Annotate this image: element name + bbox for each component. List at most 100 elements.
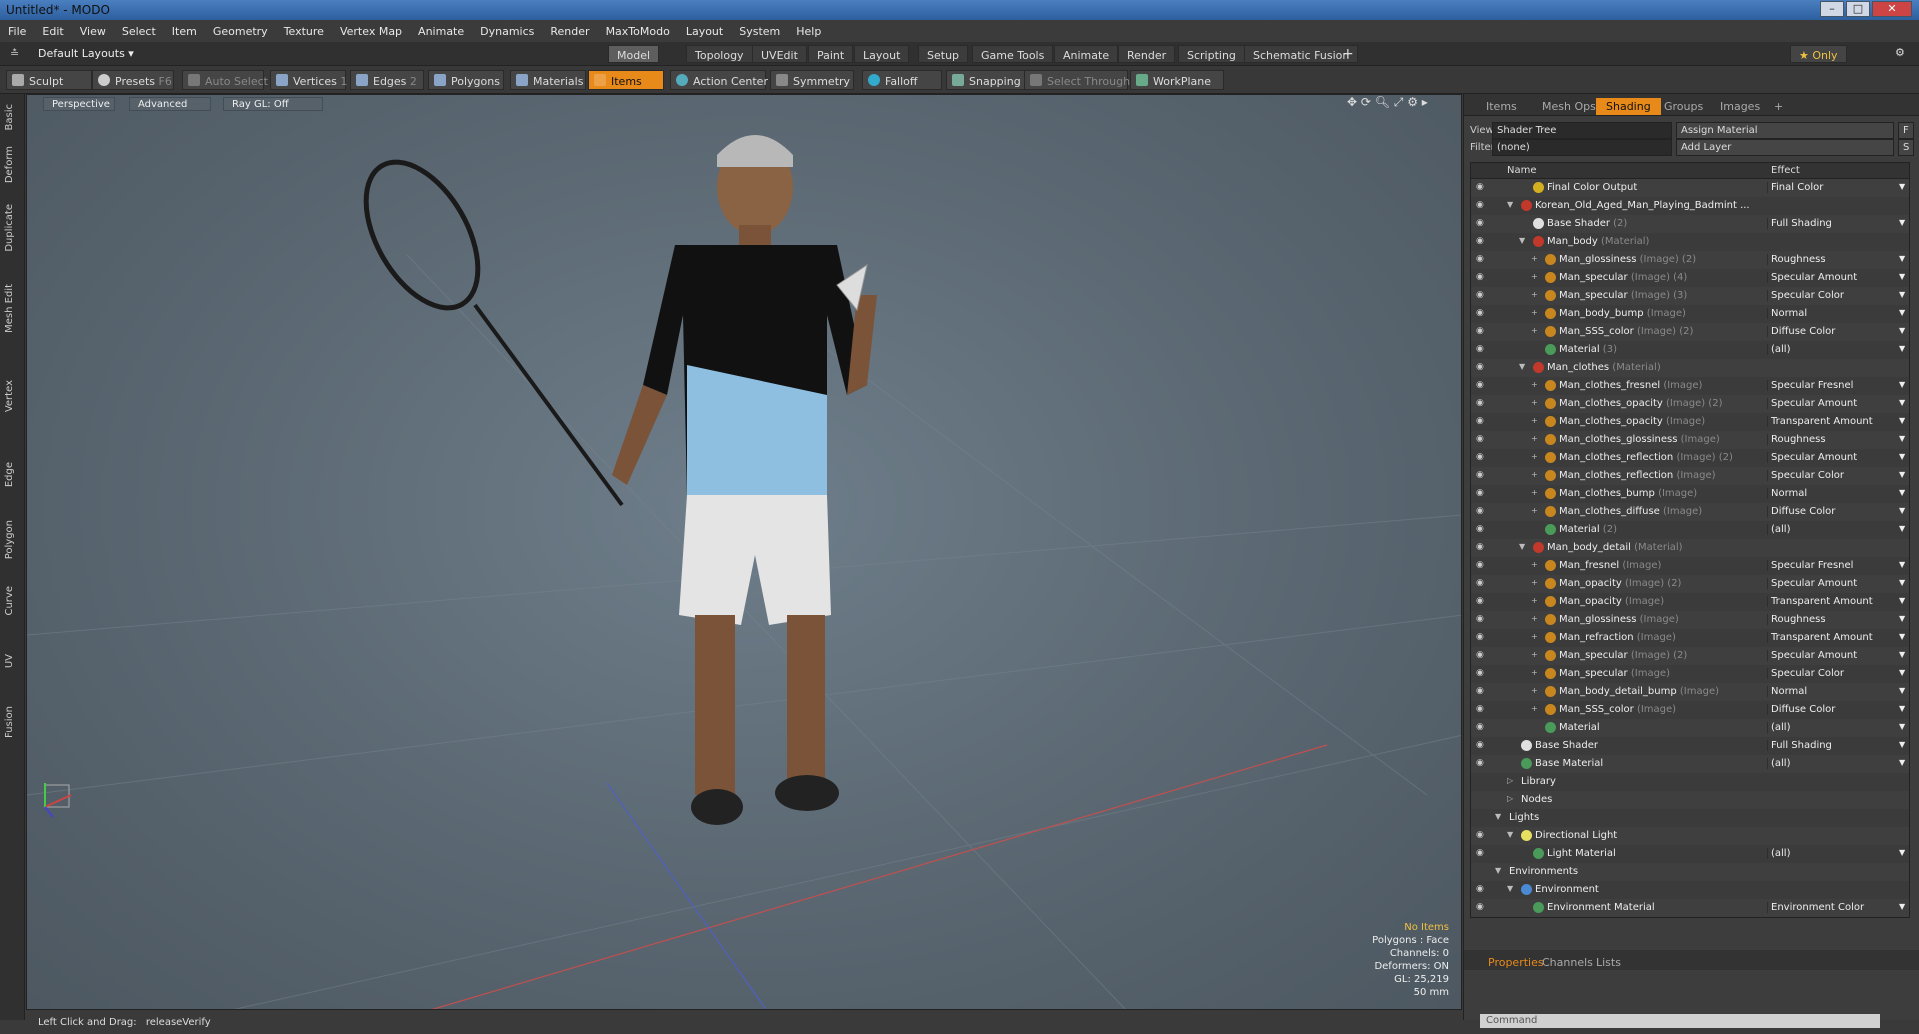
tree-row[interactable]: ◉ Material (all) ▼ (1471, 719, 1909, 737)
visibility-eye-icon[interactable]: ◉ (1476, 218, 1487, 229)
auto-select-button[interactable]: Auto Select (182, 70, 268, 90)
expand-toggle-icon[interactable]: ▼ (1519, 236, 1525, 245)
expand-toggle-icon[interactable]: ▼ (1507, 830, 1513, 839)
presets-button[interactable]: Presets F6 (92, 70, 174, 90)
visibility-eye-icon[interactable]: ◉ (1476, 200, 1487, 211)
visibility-eye-icon[interactable]: ◉ (1476, 614, 1487, 625)
tree-row[interactable]: ◉ + Man_SSS_color (Image) Diffuse Color ▼ (1471, 701, 1909, 719)
visibility-eye-icon[interactable]: ◉ (1476, 380, 1487, 391)
menu-file[interactable]: File (0, 20, 34, 38)
assign-material-button[interactable]: Assign Material (1676, 122, 1894, 139)
visibility-eye-icon[interactable]: ◉ (1476, 650, 1487, 661)
left-tab-uv[interactable]: UV (4, 654, 15, 668)
workplane-button[interactable]: WorkPlane (1130, 70, 1224, 90)
expand-toggle-icon[interactable]: + (1531, 686, 1538, 695)
expand-toggle-icon[interactable]: + (1531, 578, 1538, 587)
layer-effect[interactable]: Environment Color (1767, 902, 1897, 913)
falloff-button[interactable]: Falloff (862, 70, 942, 90)
layer-effect[interactable]: Transparent Amount (1767, 596, 1897, 607)
expand-toggle-icon[interactable]: + (1531, 596, 1538, 605)
visibility-eye-icon[interactable]: ◉ (1476, 596, 1487, 607)
view-select[interactable]: Shader Tree (1492, 122, 1672, 139)
layer-effect[interactable]: (all) (1767, 524, 1897, 535)
expand-toggle-icon[interactable]: + (1531, 398, 1538, 407)
workspace-tab-scripting[interactable]: Scripting (1178, 45, 1245, 63)
left-tab-duplicate[interactable]: Duplicate (4, 204, 15, 252)
left-tab-deform[interactable]: Deform (4, 146, 15, 183)
tree-row[interactable]: ◉ + Man_clothes_opacity (Image) Transparent… (1471, 413, 1909, 431)
effect-dropdown-icon[interactable]: ▼ (1899, 398, 1905, 407)
expand-toggle-icon[interactable]: + (1531, 452, 1538, 461)
visibility-eye-icon[interactable]: ◉ (1476, 344, 1487, 355)
effect-dropdown-icon[interactable]: ▼ (1899, 632, 1905, 641)
tree-row[interactable]: ◉ Material (3) (all) ▼ (1471, 341, 1909, 359)
tree-row[interactable]: ◉ + Man_clothes_bump (Image) Normal ▼ (1471, 485, 1909, 503)
tree-row[interactable]: ◉ + Man_clothes_reflection (Image) (2) Spec… (1471, 449, 1909, 467)
layer-effect[interactable]: Normal (1767, 686, 1897, 697)
effect-dropdown-icon[interactable]: ▼ (1899, 488, 1905, 497)
left-tab-vertex[interactable]: Vertex (4, 380, 15, 412)
tree-row[interactable]: ◉ + Man_body_bump (Image) Normal ▼ (1471, 305, 1909, 323)
workspace-tab-model[interactable]: Model (608, 45, 660, 63)
effect-dropdown-icon[interactable]: ▼ (1899, 596, 1905, 605)
expand-toggle-icon[interactable]: + (1531, 272, 1538, 281)
tree-row[interactable]: ◉ ▼ Man_body (Material) (1471, 233, 1909, 251)
tree-row[interactable]: ▷ Nodes (1471, 791, 1909, 809)
expand-toggle-icon[interactable]: ▼ (1495, 812, 1501, 821)
expand-toggle-icon[interactable]: ▼ (1519, 362, 1525, 371)
menu-item[interactable]: Item (164, 20, 205, 38)
edges-button[interactable]: Edges 2 (350, 70, 424, 90)
visibility-eye-icon[interactable]: ◉ (1476, 434, 1487, 445)
workspace-tab-animate[interactable]: Animate (1054, 45, 1119, 63)
layer-effect[interactable]: Transparent Amount (1767, 632, 1897, 643)
layer-effect[interactable]: Normal (1767, 488, 1897, 499)
left-tab-mesh-edit[interactable]: Mesh Edit (4, 284, 15, 333)
workspace-tab-uvedit[interactable]: UVEdit (752, 45, 807, 63)
layer-effect[interactable]: Specular Amount (1767, 398, 1897, 409)
layer-effect[interactable]: (all) (1767, 344, 1897, 355)
menu-animate[interactable]: Animate (410, 20, 472, 38)
effect-dropdown-icon[interactable]: ▼ (1899, 740, 1905, 749)
workspace-tab-layout[interactable]: Layout (854, 45, 910, 63)
menu-layout[interactable]: Layout (678, 20, 731, 38)
only-toggle[interactable]: ★ Only (1790, 45, 1847, 63)
visibility-eye-icon[interactable]: ◉ (1476, 704, 1487, 715)
layer-effect[interactable]: Diffuse Color (1767, 704, 1897, 715)
menu-edit[interactable]: Edit (34, 20, 71, 38)
expand-toggle-icon[interactable]: + (1531, 308, 1538, 317)
tree-row[interactable]: ▷ Library (1471, 773, 1909, 791)
select-through-button[interactable]: Select Through (1024, 70, 1130, 90)
visibility-eye-icon[interactable]: ◉ (1476, 272, 1487, 283)
tree-row[interactable]: ▼ Lights (1471, 809, 1909, 827)
command-input[interactable]: Command (1480, 1014, 1880, 1028)
tree-row[interactable]: ◉ ▼ Man_body_detail (Material) (1471, 539, 1909, 557)
tree-row[interactable]: ◉ Material (2) (all) ▼ (1471, 521, 1909, 539)
snapping-button[interactable]: Snapping (946, 70, 1028, 90)
panel-tab-items[interactable]: Items (1476, 98, 1527, 115)
layer-effect[interactable]: Specular Amount (1767, 650, 1897, 661)
expand-toggle-icon[interactable]: ▼ (1507, 200, 1513, 209)
visibility-eye-icon[interactable]: ◉ (1476, 560, 1487, 571)
polygons-button[interactable]: Polygons (428, 70, 504, 90)
visibility-eye-icon[interactable]: ◉ (1476, 686, 1487, 697)
layer-effect[interactable]: Specular Fresnel (1767, 560, 1897, 571)
effect-dropdown-icon[interactable]: ▼ (1899, 578, 1905, 587)
panel-tab-shading[interactable]: Shading (1596, 98, 1661, 115)
menu-maxtomodo[interactable]: MaxToModo (598, 20, 678, 38)
effect-dropdown-icon[interactable]: ▼ (1899, 902, 1905, 911)
tree-row[interactable]: ◉ Light Material (all) ▼ (1471, 845, 1909, 863)
tree-row[interactable]: ◉ + Man_specular (Image) Specular Color ▼ (1471, 665, 1909, 683)
layer-effect[interactable]: Specular Amount (1767, 578, 1897, 589)
visibility-eye-icon[interactable]: ◉ (1476, 182, 1487, 193)
expand-toggle-icon[interactable]: + (1531, 704, 1538, 713)
tree-row[interactable]: ◉ + Man_refraction (Image) Transparent Amou… (1471, 629, 1909, 647)
visibility-eye-icon[interactable]: ◉ (1476, 452, 1487, 463)
expand-toggle-icon[interactable]: + (1531, 614, 1538, 623)
sculpt-button[interactable]: Sculpt (6, 70, 92, 90)
expand-toggle-icon[interactable]: + (1531, 290, 1538, 299)
expand-toggle-icon[interactable]: + (1531, 326, 1538, 335)
expand-toggle-icon[interactable]: + (1531, 254, 1538, 263)
effect-dropdown-icon[interactable]: ▼ (1899, 452, 1905, 461)
tree-row[interactable]: ◉ + Man_fresnel (Image) Specular Fresnel ▼ (1471, 557, 1909, 575)
menu-texture[interactable]: Texture (276, 20, 332, 38)
